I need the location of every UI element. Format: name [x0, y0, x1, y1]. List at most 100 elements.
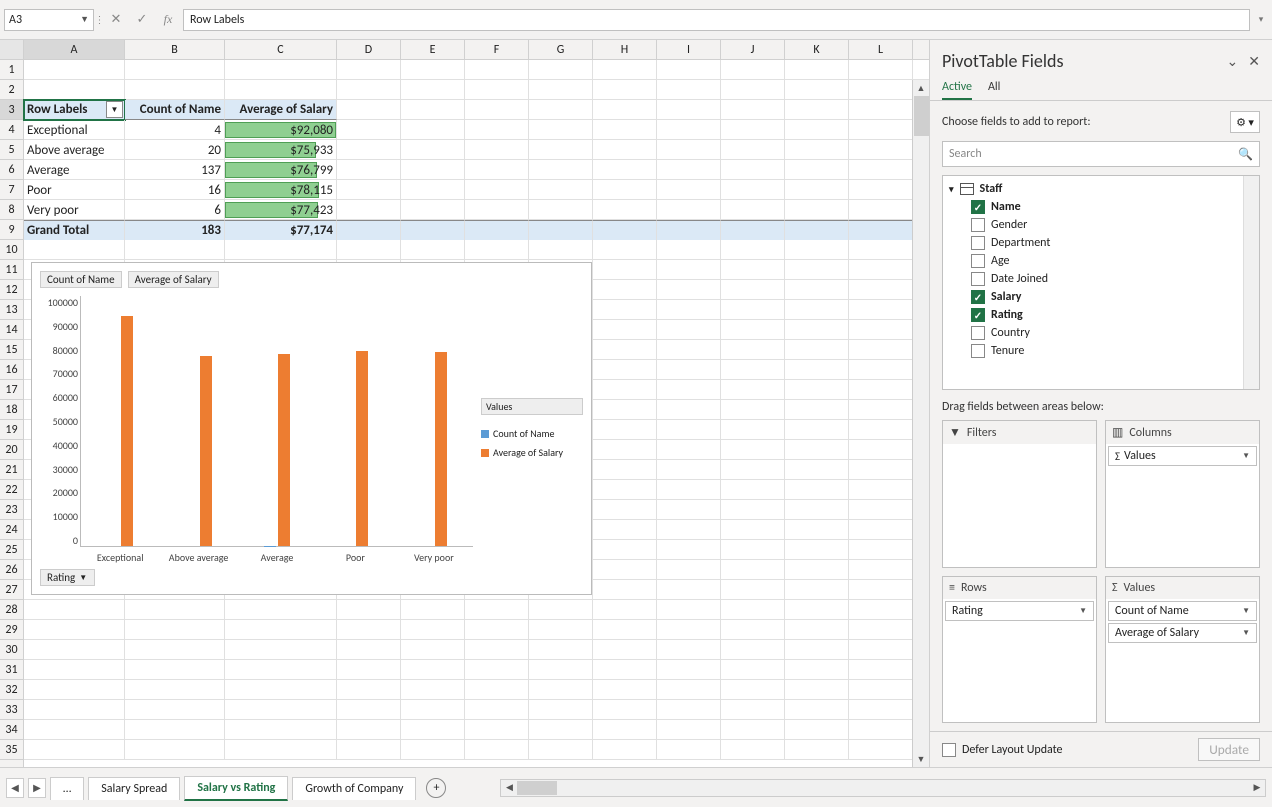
cell[interactable]: [465, 100, 529, 120]
cell[interactable]: [849, 640, 913, 660]
tab-active[interactable]: Active: [942, 76, 972, 100]
cell[interactable]: [721, 660, 785, 680]
cell[interactable]: [529, 100, 593, 120]
cell[interactable]: [465, 120, 529, 140]
cell[interactable]: [785, 720, 849, 740]
cell[interactable]: [785, 260, 849, 280]
cell[interactable]: [721, 240, 785, 260]
cell[interactable]: [225, 60, 337, 80]
cell[interactable]: [849, 120, 913, 140]
cell[interactable]: [125, 660, 225, 680]
scroll-left-icon[interactable]: ◀: [501, 782, 517, 793]
scroll-thumb[interactable]: [517, 781, 557, 795]
cell[interactable]: Exceptional: [24, 120, 125, 140]
cell[interactable]: [657, 300, 721, 320]
cell[interactable]: [401, 600, 465, 620]
cancel-icon[interactable]: ✕: [105, 9, 127, 31]
cell[interactable]: [401, 680, 465, 700]
cell[interactable]: [465, 220, 529, 240]
cell[interactable]: [657, 560, 721, 580]
cell[interactable]: [849, 740, 913, 760]
cell[interactable]: [593, 560, 657, 580]
cell[interactable]: 183: [125, 220, 225, 240]
cell[interactable]: [657, 320, 721, 340]
cell[interactable]: [465, 60, 529, 80]
cell[interactable]: [529, 200, 593, 220]
row-header-14[interactable]: 14: [0, 320, 23, 340]
cell[interactable]: [849, 160, 913, 180]
cell[interactable]: [401, 700, 465, 720]
cell[interactable]: [849, 580, 913, 600]
row-header-28[interactable]: 28: [0, 600, 23, 620]
cell[interactable]: [721, 280, 785, 300]
cell[interactable]: [24, 740, 125, 760]
checkbox[interactable]: ✓: [971, 200, 985, 214]
row-header-23[interactable]: 23: [0, 500, 23, 520]
cell[interactable]: [785, 520, 849, 540]
cell[interactable]: [657, 200, 721, 220]
cell[interactable]: [785, 80, 849, 100]
cell[interactable]: [337, 620, 401, 640]
cell[interactable]: [465, 720, 529, 740]
cell[interactable]: [593, 380, 657, 400]
cell[interactable]: [785, 340, 849, 360]
tab-nav-right-icon[interactable]: ▶: [28, 778, 46, 798]
cell[interactable]: [24, 620, 125, 640]
cell[interactable]: [721, 400, 785, 420]
tab-growth[interactable]: Growth of Company: [292, 777, 416, 800]
cell[interactable]: [593, 600, 657, 620]
cell[interactable]: [593, 680, 657, 700]
tab-ellipsis[interactable]: …: [50, 777, 84, 800]
cell[interactable]: [593, 160, 657, 180]
field-search-input[interactable]: Search 🔍: [942, 141, 1260, 167]
cell[interactable]: Poor: [24, 180, 125, 200]
cell[interactable]: [721, 720, 785, 740]
cell[interactable]: [401, 80, 465, 100]
cell[interactable]: [529, 720, 593, 740]
name-box[interactable]: A3 ▼: [4, 9, 94, 31]
cell[interactable]: [337, 740, 401, 760]
cell[interactable]: [337, 240, 401, 260]
cell[interactable]: [401, 180, 465, 200]
cell[interactable]: [593, 420, 657, 440]
cell[interactable]: [721, 620, 785, 640]
cell[interactable]: [721, 380, 785, 400]
cell[interactable]: [529, 220, 593, 240]
cell[interactable]: [849, 220, 913, 240]
cell[interactable]: [785, 100, 849, 120]
cell[interactable]: [225, 80, 337, 100]
cell[interactable]: [593, 260, 657, 280]
cell[interactable]: [593, 180, 657, 200]
cell[interactable]: [593, 200, 657, 220]
cell[interactable]: [849, 480, 913, 500]
cell[interactable]: [337, 600, 401, 620]
area-values[interactable]: ΣValues Count of Name ▼ Average of Salar…: [1105, 576, 1260, 724]
cell[interactable]: [225, 600, 337, 620]
row-header-22[interactable]: 22: [0, 480, 23, 500]
cell[interactable]: [529, 600, 593, 620]
cell[interactable]: [401, 120, 465, 140]
row-header-26[interactable]: 26: [0, 560, 23, 580]
cell[interactable]: [24, 60, 125, 80]
cell[interactable]: [849, 280, 913, 300]
cell[interactable]: [593, 720, 657, 740]
cell[interactable]: [721, 260, 785, 280]
cell[interactable]: [24, 720, 125, 740]
cell[interactable]: [849, 620, 913, 640]
cell[interactable]: [657, 720, 721, 740]
cell[interactable]: [849, 500, 913, 520]
cell[interactable]: [529, 120, 593, 140]
cell[interactable]: [849, 340, 913, 360]
cell[interactable]: [785, 480, 849, 500]
cell[interactable]: [24, 240, 125, 260]
col-header-C[interactable]: C: [225, 40, 337, 59]
cell[interactable]: [337, 720, 401, 740]
cell[interactable]: [593, 120, 657, 140]
col-header-K[interactable]: K: [785, 40, 849, 59]
area-columns[interactable]: ▥Columns Σ Values ▼: [1105, 420, 1260, 568]
field-table-staff[interactable]: ▾ Staff: [943, 180, 1259, 198]
cell[interactable]: [593, 300, 657, 320]
cell[interactable]: [465, 160, 529, 180]
field-salary[interactable]: ✓Salary: [943, 288, 1259, 306]
row-header-30[interactable]: 30: [0, 640, 23, 660]
